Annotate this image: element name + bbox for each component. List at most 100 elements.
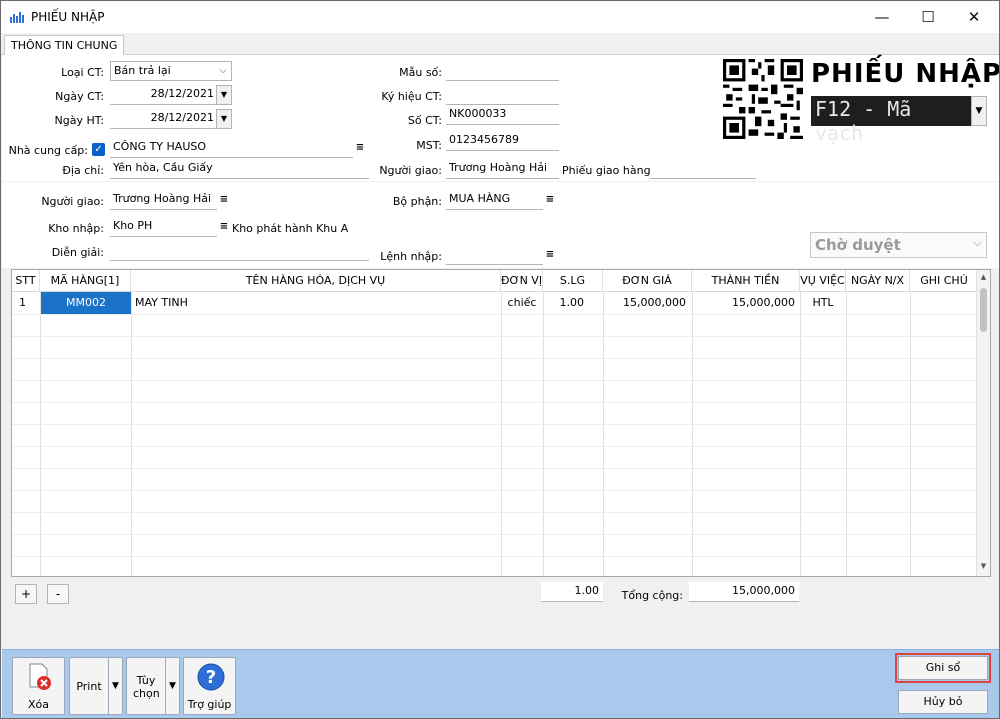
loai-ct-value: Bán trả lại (114, 64, 171, 77)
help-question-icon: ? (197, 663, 225, 691)
col-vu-viec[interactable]: VỤ VIỆC (800, 270, 846, 292)
phieu-giao-hang-input[interactable] (650, 159, 756, 179)
grid-line (12, 534, 978, 535)
mst-input[interactable]: 0123456789 (446, 131, 559, 151)
cell-ma-hang[interactable]: MM002 (41, 292, 131, 314)
ngay-ct-input[interactable]: 28/12/2021 (110, 85, 217, 105)
scroll-up-icon[interactable]: ▲ (977, 273, 990, 281)
save-button[interactable]: Ghi sổ (895, 653, 991, 683)
window: PHIẾU NHẬP — ☐ ✕ THÔNG TIN CHUNG Loại CT… (0, 0, 1000, 719)
remove-row-button[interactable]: - (47, 584, 69, 604)
col-don-gia[interactable]: ĐƠN GIÁ (603, 270, 692, 292)
so-ct-label: Số CT: (407, 114, 442, 127)
loai-ct-select[interactable]: Bán trả lại ⌵ (110, 61, 232, 81)
grid-header: STT MÃ HÀNG[1] TÊN HÀNG HÓA, DỊCH VỤ ĐƠN… (12, 270, 978, 292)
bottom-toolbar: Xóa Print ▼ Tùy chọn ▼ ? Trợ giúp Ghi sổ… (2, 649, 999, 718)
kho-nhap-input[interactable]: Kho PH (110, 217, 217, 237)
col-don-vi[interactable]: ĐƠN VỊ (501, 270, 543, 292)
col-stt[interactable]: STT (12, 270, 40, 292)
grid-line (12, 490, 978, 491)
dia-chi-input[interactable]: Yên hòa, Cầu Giấy (110, 159, 369, 179)
title-bar: PHIẾU NHẬP — ☐ ✕ (1, 1, 999, 33)
approval-status-select[interactable]: Chờ duyệt ⌵ (810, 232, 987, 258)
cell-thanh-tien[interactable]: 15,000,000 (692, 292, 798, 314)
print-dropdown-icon[interactable]: ▼ (108, 658, 122, 714)
close-button[interactable]: ✕ (951, 1, 997, 33)
nha-cung-cap-input[interactable]: CÔNG TY HAUSO (110, 138, 353, 158)
nha-cung-cap-checkbox[interactable]: ✓ (92, 143, 105, 156)
menu-lines-icon[interactable]: ≡ (542, 192, 558, 210)
ngay-ct-label: Ngày CT: (55, 90, 104, 103)
menu-lines-icon[interactable]: ≡ (216, 192, 232, 210)
col-ghi-chu[interactable]: GHI CHÚ (910, 270, 978, 292)
print-button[interactable]: Print ▼ (69, 657, 123, 715)
cell-stt[interactable]: 1 (16, 292, 40, 314)
ky-hieu-ct-input[interactable] (446, 85, 559, 105)
status-value: Chờ duyệt (815, 236, 901, 254)
grid-line (12, 468, 978, 469)
menu-lines-icon[interactable]: ≡ (542, 247, 558, 265)
cell-ghi-chu[interactable] (910, 292, 978, 314)
ngay-ht-dropdown-icon[interactable]: ▼ (216, 109, 232, 129)
maximize-button[interactable]: ☐ (905, 1, 951, 33)
nguoi-giao-top-label: Người giao: (379, 164, 442, 177)
grid-line (12, 314, 978, 315)
barcode-mode-select[interactable]: F12 - Mã vạch (811, 96, 971, 145)
options-button[interactable]: Tùy chọn ▼ (126, 657, 180, 715)
col-ngay-nx[interactable]: NGÀY N/X (846, 270, 910, 292)
cell-don-gia[interactable]: 15,000,000 (603, 292, 689, 314)
col-ma-hang[interactable]: MÃ HÀNG[1] (40, 270, 131, 292)
dien-giai-label: Diễn giải: (51, 246, 104, 259)
app-chart-icon (10, 12, 24, 23)
loai-ct-label: Loại CT: (61, 66, 104, 79)
cell-ngay-nx[interactable] (846, 292, 910, 314)
lenh-nhap-input[interactable] (446, 245, 543, 265)
delete-button[interactable]: Xóa (12, 657, 65, 715)
minimize-button[interactable]: — (859, 1, 905, 33)
ngay-ht-input[interactable]: 28/12/2021 (110, 109, 217, 129)
vertical-scrollbar[interactable]: ▲ ▼ (976, 270, 990, 576)
cell-slg[interactable]: 1.00 (543, 292, 587, 314)
so-ct-input[interactable]: NK000033 (446, 105, 559, 125)
dia-chi-label: Địa chỉ: (62, 164, 104, 177)
mau-so-label: Mẫu số: (399, 66, 442, 79)
delete-document-icon (29, 663, 51, 690)
grid-line (12, 512, 978, 513)
total-qty: 1.00 (541, 582, 603, 602)
scroll-down-icon[interactable]: ▼ (977, 562, 990, 570)
options-dropdown-icon[interactable]: ▼ (165, 658, 179, 714)
nguoi-giao-top-input[interactable]: Trương Hoàng Hải (446, 159, 559, 179)
mau-so-input[interactable] (446, 61, 559, 81)
dien-giai-input[interactable] (110, 241, 369, 261)
items-grid[interactable]: STT MÃ HÀNG[1] TÊN HÀNG HÓA, DỊCH VỤ ĐƠN… (11, 269, 991, 577)
ngay-ct-dropdown-icon[interactable]: ▼ (216, 85, 232, 105)
grid-line (12, 358, 978, 359)
chevron-down-icon: ⌵ (973, 238, 981, 249)
col-ten-hang[interactable]: TÊN HÀNG HÓA, DỊCH VỤ (131, 270, 501, 292)
scrollbar-thumb[interactable] (980, 288, 987, 332)
bo-phan-input[interactable]: MUA HÀNG (446, 190, 543, 210)
mst-label: MST: (416, 139, 442, 152)
grid-line (12, 556, 978, 557)
chevron-down-icon: ⌵ (219, 66, 227, 76)
add-row-button[interactable]: + (15, 584, 37, 604)
cancel-button[interactable]: Hủy bỏ (898, 690, 988, 714)
cell-don-vi[interactable]: chiếc (501, 292, 543, 314)
cell-ten-hang[interactable]: MAY TINH (132, 292, 500, 314)
delete-label: Xóa (27, 698, 49, 711)
help-button[interactable]: ? Trợ giúp (183, 657, 236, 715)
nha-cung-cap-label: Nhà cung cấp: (8, 144, 88, 157)
tab-thong-tin-chung[interactable]: THÔNG TIN CHUNG (4, 35, 125, 56)
barcode-dropdown-icon[interactable]: ▼ (971, 96, 987, 126)
kho-nhap-desc: Kho phát hành Khu A (232, 222, 349, 235)
total-amount: 15,000,000 (689, 582, 799, 602)
col-slg[interactable]: S.LG (543, 270, 603, 292)
cell-vu-viec[interactable]: HTL (800, 292, 846, 314)
menu-lines-icon[interactable]: ≡ (216, 219, 232, 237)
total-label: Tổng cộng: (621, 589, 683, 602)
nguoi-giao-input[interactable]: Trương Hoàng Hải (110, 190, 217, 210)
col-thanh-tien[interactable]: THÀNH TIỀN (692, 270, 800, 292)
grid-line (12, 424, 978, 425)
tab-bar: THÔNG TIN CHUNG (1, 33, 999, 56)
phieu-giao-hang-label: Phiếu giao hàng: (562, 164, 655, 177)
